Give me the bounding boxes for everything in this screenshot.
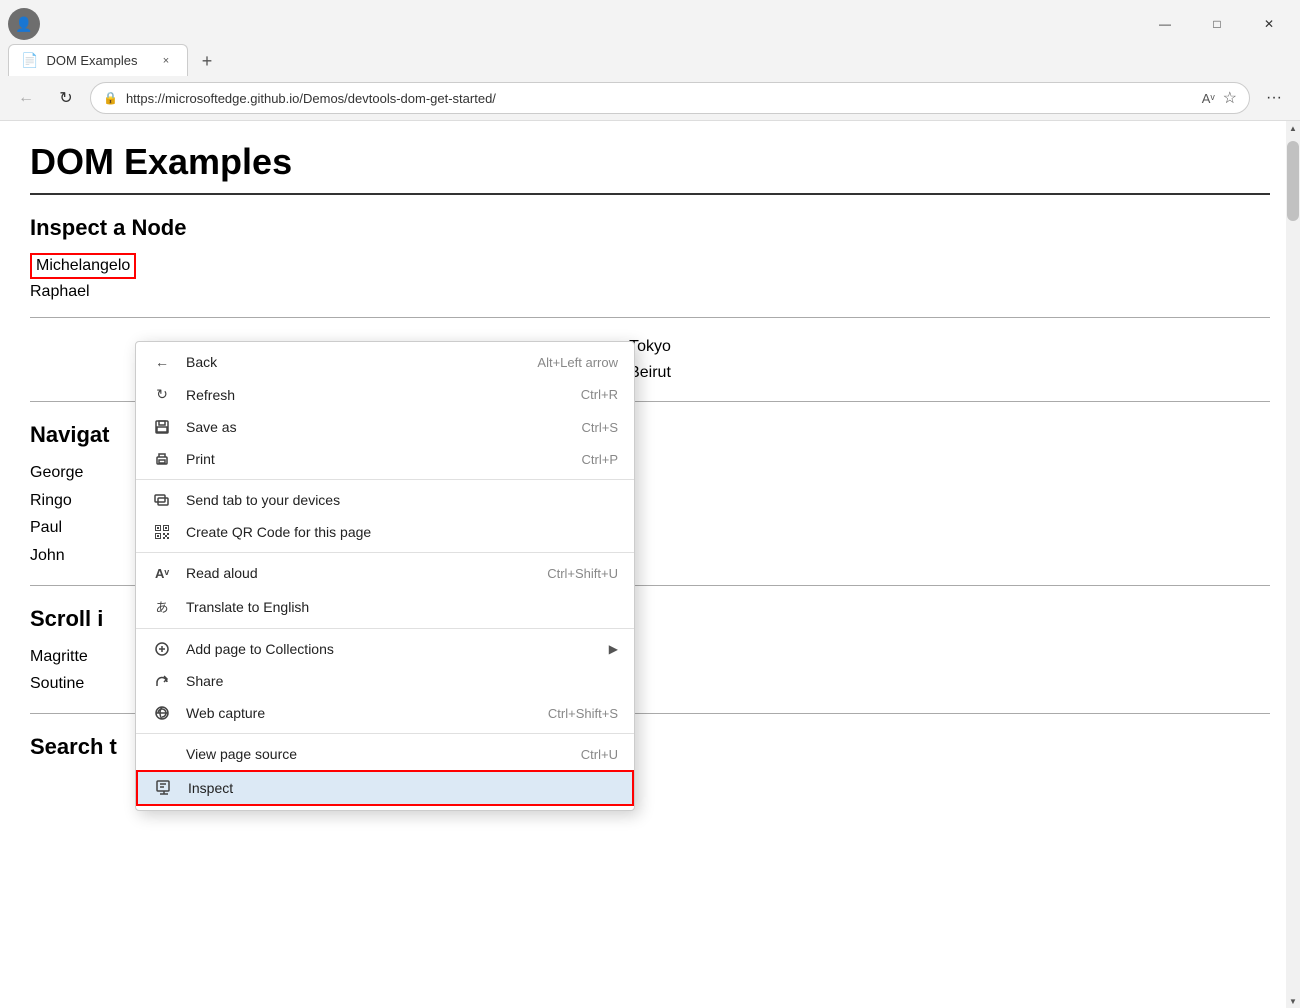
menu-item-web-capture[interactable]: Web capture Ctrl+Shift+S bbox=[136, 697, 634, 729]
george-text: George bbox=[30, 464, 83, 481]
separator-3 bbox=[136, 628, 634, 629]
scrollbar-thumb[interactable] bbox=[1287, 141, 1299, 221]
close-button[interactable]: ✕ bbox=[1246, 8, 1292, 40]
menu-item-save-as[interactable]: Save as Ctrl+S bbox=[136, 411, 634, 443]
menu-label-refresh: Refresh bbox=[186, 387, 567, 403]
john-text: John bbox=[30, 547, 65, 564]
menu-label-view-source: View page source bbox=[186, 746, 567, 762]
menu-item-share[interactable]: Share bbox=[136, 665, 634, 697]
menu-item-read-aloud[interactable]: Aᵛ Read aloud Ctrl+Shift+U bbox=[136, 557, 634, 589]
menu-shortcut-view-source: Ctrl+U bbox=[581, 747, 618, 762]
browser-menu-button[interactable]: ··· bbox=[1258, 82, 1290, 114]
new-tab-button[interactable]: + bbox=[192, 46, 222, 76]
send-tab-icon bbox=[152, 492, 172, 508]
menu-item-back[interactable]: ← Back Alt+Left arrow bbox=[136, 346, 634, 378]
menu-label-collections: Add page to Collections bbox=[186, 641, 595, 657]
context-menu: ← Back Alt+Left arrow ↻ Refresh Ctrl+R S… bbox=[135, 341, 635, 811]
address-bar: ← ↻ 🔒 https://microsoftedge.github.io/De… bbox=[0, 76, 1300, 120]
save-as-icon bbox=[152, 419, 172, 435]
page-content: DOM Examples Inspect a Node Michelangelo… bbox=[0, 121, 1300, 1008]
menu-label-qr-code: Create QR Code for this page bbox=[186, 524, 618, 540]
collections-arrow-icon: ▶ bbox=[609, 642, 618, 656]
menu-shortcut-print: Ctrl+P bbox=[582, 452, 618, 467]
scrollbar[interactable]: ▲ ▼ bbox=[1286, 121, 1300, 1008]
lock-icon: 🔒 bbox=[103, 91, 118, 105]
menu-label-save-as: Save as bbox=[186, 419, 568, 435]
menu-item-send-tab[interactable]: Send tab to your devices bbox=[136, 484, 634, 516]
menu-label-send-tab: Send tab to your devices bbox=[186, 492, 618, 508]
back-icon: ← bbox=[152, 354, 172, 370]
menu-shortcut-read-aloud: Ctrl+Shift+U bbox=[547, 566, 618, 581]
menu-label-back: Back bbox=[186, 354, 523, 370]
inspect-icon bbox=[154, 780, 174, 796]
favorites-icon[interactable]: ☆ bbox=[1223, 88, 1237, 108]
menu-label-print: Print bbox=[186, 451, 568, 467]
browser-chrome: 👤 — □ ✕ 📄 DOM Examples × + ← ↻ 🔒 https:/… bbox=[0, 0, 1300, 121]
collections-icon bbox=[152, 641, 172, 657]
soutine-text: Soutine bbox=[30, 675, 84, 692]
window-controls: — □ ✕ bbox=[1142, 8, 1292, 40]
refresh-icon: ↻ bbox=[152, 386, 172, 403]
separator-2 bbox=[136, 552, 634, 553]
michelangelo-text: Michelangelo bbox=[36, 257, 130, 274]
menu-item-inspect[interactable]: Inspect bbox=[136, 770, 634, 806]
ringo-text: Ringo bbox=[30, 492, 72, 509]
read-aloud-icon: Aᵛ bbox=[1202, 91, 1215, 106]
tab-title: DOM Examples bbox=[46, 53, 149, 68]
title-bar: 👤 — □ ✕ bbox=[0, 0, 1300, 40]
menu-shortcut-back: Alt+Left arrow bbox=[537, 355, 618, 370]
magritte-text: Magritte bbox=[30, 648, 88, 665]
active-tab[interactable]: 📄 DOM Examples × bbox=[8, 44, 188, 76]
separator-4 bbox=[136, 733, 634, 734]
raphael-text: Raphael bbox=[30, 283, 90, 300]
section-heading-inspect: Inspect a Node bbox=[30, 215, 1270, 241]
menu-shortcut-refresh: Ctrl+R bbox=[581, 387, 618, 402]
menu-label-inspect: Inspect bbox=[188, 780, 616, 796]
divider-1 bbox=[30, 317, 1270, 318]
profile-button[interactable]: 👤 bbox=[8, 8, 40, 40]
menu-shortcut-save-as: Ctrl+S bbox=[582, 420, 618, 435]
print-icon bbox=[152, 451, 172, 467]
menu-label-web-capture: Web capture bbox=[186, 705, 534, 721]
menu-item-view-source[interactable]: View page source Ctrl+U bbox=[136, 738, 634, 770]
url-bar[interactable]: 🔒 https://microsoftedge.github.io/Demos/… bbox=[90, 82, 1250, 114]
refresh-button[interactable]: ↻ bbox=[50, 82, 82, 114]
menu-item-collections[interactable]: Add page to Collections ▶ bbox=[136, 633, 634, 665]
menu-item-translate[interactable]: あ Translate to English bbox=[136, 589, 634, 624]
back-button[interactable]: ← bbox=[10, 82, 42, 114]
url-text: https://microsoftedge.github.io/Demos/de… bbox=[126, 91, 1194, 106]
menu-label-translate: Translate to English bbox=[186, 599, 618, 615]
translate-icon: あ bbox=[152, 597, 172, 616]
maximize-button[interactable]: □ bbox=[1194, 8, 1240, 40]
page-title: DOM Examples bbox=[30, 141, 1270, 195]
michelangelo-item: Michelangelo bbox=[30, 253, 136, 279]
menu-label-read-aloud: Read aloud bbox=[186, 565, 533, 581]
read-aloud-icon: Aᵛ bbox=[152, 566, 172, 581]
beirut-text: Beirut bbox=[629, 364, 671, 381]
scrollbar-down-button[interactable]: ▼ bbox=[1286, 994, 1300, 1008]
menu-item-print[interactable]: Print Ctrl+P bbox=[136, 443, 634, 475]
tokyo-text: Tokyo bbox=[629, 338, 671, 355]
raphael-item: Raphael bbox=[30, 283, 1270, 301]
tabs-bar: 📄 DOM Examples × + bbox=[0, 40, 1300, 76]
tab-close-button[interactable]: × bbox=[157, 52, 175, 70]
qr-code-icon bbox=[152, 524, 172, 540]
web-capture-icon bbox=[152, 705, 172, 721]
share-icon bbox=[152, 673, 172, 689]
menu-item-refresh[interactable]: ↻ Refresh Ctrl+R bbox=[136, 378, 634, 411]
scrollbar-up-button[interactable]: ▲ bbox=[1286, 121, 1300, 135]
menu-label-share: Share bbox=[186, 673, 618, 689]
paul-text: Paul bbox=[30, 519, 62, 536]
menu-shortcut-web-capture: Ctrl+Shift+S bbox=[548, 706, 618, 721]
minimize-button[interactable]: — bbox=[1142, 8, 1188, 40]
menu-item-qr-code[interactable]: Create QR Code for this page bbox=[136, 516, 634, 548]
tab-icon: 📄 bbox=[21, 52, 38, 69]
separator-1 bbox=[136, 479, 634, 480]
profile-icon: 👤 bbox=[15, 16, 32, 33]
